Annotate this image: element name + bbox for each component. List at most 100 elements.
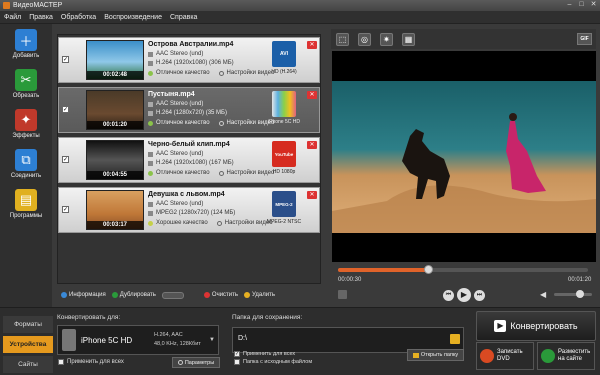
target-device[interactable]: AVI HD (H.264) (265, 41, 303, 83)
menu-playback[interactable]: Воспроизведение (104, 14, 162, 21)
filmstrip-icon[interactable]: ▦ (402, 32, 415, 46)
film-icon (148, 210, 153, 216)
brightness-icon[interactable]: ✷ (380, 32, 393, 46)
close-icon[interactable]: ✕ (589, 1, 598, 9)
seek-bar[interactable] (338, 265, 588, 274)
gear-icon (218, 120, 224, 126)
sidebar-label: Программы (9, 213, 43, 219)
rotate-icon[interactable]: ◎ (358, 32, 371, 46)
list-toolbar: Информация Дублировать Очистить Удалить (57, 289, 321, 301)
apply-all-checkbox[interactable]: Применить для всех (58, 359, 124, 365)
app-logo-icon (3, 2, 10, 9)
next-icon[interactable]: ⏭ (474, 289, 485, 301)
player-controls: ⏮ ▶ ⏭ (443, 288, 485, 302)
join-button[interactable]: ⧉ Соединить (5, 149, 47, 185)
source-folder-checkbox[interactable]: Папка с исходным файлом (234, 359, 312, 365)
film-icon (148, 60, 153, 66)
programs-button[interactable]: ▤ Программы (5, 189, 47, 225)
target-device[interactable]: MPEG-2 MPEG-2 NTSC (265, 191, 303, 233)
volume-icon[interactable]: ◀ (540, 290, 549, 299)
audio-icon (148, 201, 153, 207)
target-device[interactable]: iPhone 5C HD (265, 91, 303, 133)
menu-edit[interactable]: Правка (29, 14, 53, 21)
delete-icon (244, 292, 251, 298)
convert-button[interactable]: ▶ Конвертировать (476, 311, 596, 341)
checkbox[interactable] (58, 359, 64, 365)
save-apply-all-checkbox[interactable]: ✓ Применить для всех (234, 351, 295, 357)
maximize-icon[interactable]: □ (577, 1, 586, 9)
volume-handle[interactable] (576, 290, 584, 298)
file-checkbox[interactable]: ✓ (62, 206, 69, 213)
file-checkbox[interactable]: ✓ (62, 56, 69, 63)
remove-file-icon[interactable]: ✕ (307, 91, 317, 99)
burn-dvd-button[interactable]: Записать DVD (476, 342, 534, 370)
quality-info[interactable]: Отличное качество Настройки видео (148, 170, 274, 176)
add-button[interactable]: ＋ Добавить (5, 29, 47, 65)
sidebar-label: Обрезать (12, 93, 40, 99)
clear-button[interactable]: Очистить (203, 292, 238, 298)
effects-button[interactable]: ✦ Эффекты (5, 109, 47, 145)
youtube-icon: YouTube (272, 141, 296, 167)
gear-icon (177, 360, 183, 365)
audio-info: AAC Stereo (und) (148, 151, 203, 157)
file-checkbox[interactable]: ✓ (62, 106, 69, 113)
file-item[interactable]: ✓ 00:02:48 Острова Австралии.mp4 AAC Ste… (58, 37, 320, 83)
share-button[interactable]: Разместить на сайте (537, 342, 595, 370)
file-checkbox[interactable]: ✓ (62, 156, 69, 163)
quality-icon (148, 170, 153, 176)
audio-icon (148, 51, 153, 57)
minimize-icon[interactable]: – (565, 1, 574, 9)
chevron-down-icon: ▼ (209, 337, 215, 343)
volume-slider[interactable] (554, 290, 592, 298)
quality-info[interactable]: Отличное качество Настройки видео (148, 70, 274, 76)
file-name: Черно-белый клип.mp4 (148, 141, 230, 148)
quality-icon (148, 70, 153, 76)
previous-icon[interactable]: ⏮ (443, 289, 454, 301)
device-label: HD (H.264) (271, 69, 297, 75)
menu-process[interactable]: Обработка (61, 14, 96, 21)
tab-sites[interactable]: Сайты (3, 356, 53, 373)
remove-file-icon[interactable]: ✕ (307, 191, 317, 199)
checkbox[interactable] (234, 359, 240, 365)
info-icon (61, 292, 67, 298)
tab-devices[interactable]: Устройства (3, 336, 53, 353)
globe-icon (541, 349, 555, 363)
menu-file[interactable]: Файл (4, 14, 21, 21)
add-video-icon: ＋ (15, 29, 37, 51)
video-info: H.264 (1920x1080) (306 МБ) (148, 60, 234, 66)
checkbox[interactable]: ✓ (234, 351, 240, 357)
open-folder-button[interactable]: Открыть папку (407, 349, 464, 361)
remove-file-icon[interactable]: ✕ (307, 41, 317, 49)
join-icon: ⧉ (15, 149, 37, 171)
menu-help[interactable]: Справка (170, 14, 197, 21)
video-info: H.264 (1280x720) (35 МБ) (148, 110, 227, 116)
play-icon[interactable]: ▶ (457, 288, 471, 302)
file-name: Девушка с львом.mp4 (148, 191, 225, 198)
file-item[interactable]: ✓ 00:01:20 Пустыня.mp4 AAC Stereo (und) … (58, 87, 320, 133)
file-item[interactable]: ✓ 00:03:17 Девушка с львом.mp4 AAC Stere… (58, 187, 320, 233)
info-button[interactable]: Информация (61, 292, 106, 298)
file-item[interactable]: ✓ 00:04:55 Черно-белый клип.mp4 AAC Ster… (58, 137, 320, 183)
quality-info[interactable]: Хорошее качество Настройки видео (148, 220, 273, 226)
quality-info[interactable]: Отличное качество Настройки видео (148, 120, 274, 126)
folder-icon[interactable] (450, 334, 460, 344)
folder-icon (412, 352, 419, 358)
snapshot-icon[interactable] (338, 290, 347, 299)
delete-button[interactable]: Удалить (244, 292, 275, 298)
device-dropdown[interactable]: iPhone 5C HD H.264, AAC 48,0 KHz, 128Кбит… (57, 325, 219, 355)
video-preview[interactable] (332, 51, 596, 262)
crop-icon[interactable]: ⬚ (336, 32, 349, 46)
view-toggle[interactable] (161, 291, 184, 299)
save-folder-label: Папка для сохранения: (232, 314, 303, 321)
seek-handle[interactable] (424, 265, 433, 274)
tab-formats[interactable]: Форматы (3, 316, 53, 333)
gif-button[interactable]: GIF (577, 33, 592, 45)
current-time: 00:00:30 (338, 277, 362, 283)
target-device[interactable]: YouTube HD 1080p (265, 141, 303, 183)
params-button[interactable]: Параметры (172, 357, 220, 368)
duplicate-button[interactable]: Дублировать (111, 292, 156, 298)
trim-button[interactable]: ✂ Обрезать (5, 69, 47, 105)
remove-file-icon[interactable]: ✕ (307, 141, 317, 149)
video-info: MPEG2 (1280x720) (124 МБ) (148, 210, 235, 216)
film-icon (148, 110, 153, 116)
